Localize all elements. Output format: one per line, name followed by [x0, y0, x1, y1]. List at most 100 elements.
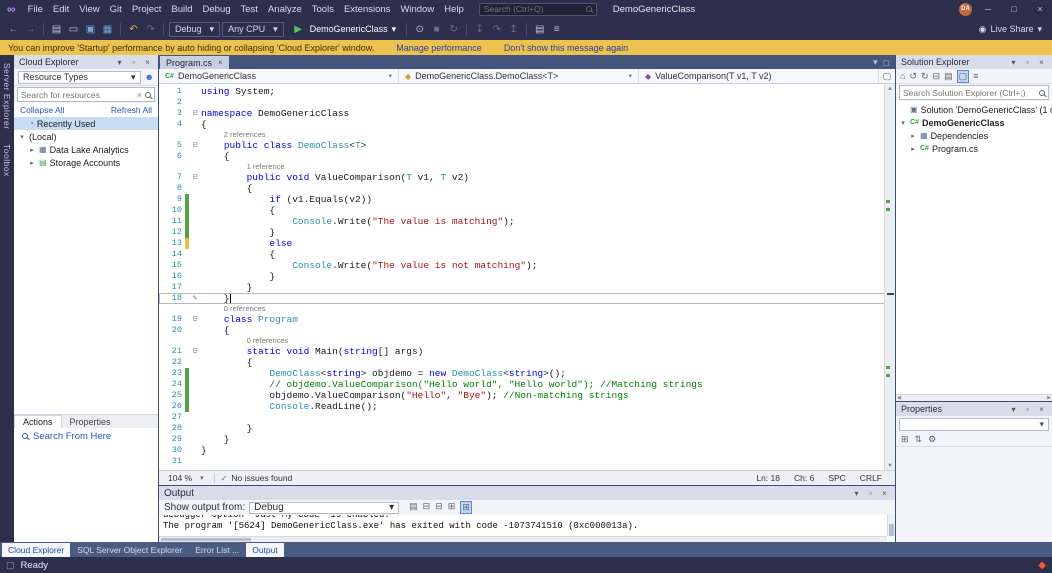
- cloud-tree-item-storage-accounts[interactable]: ▸▤Storage Accounts: [14, 156, 158, 169]
- menu-edit[interactable]: Edit: [48, 3, 74, 16]
- navigate-forward-icon[interactable]: →: [23, 24, 38, 35]
- expand_all-icon[interactable]: ⊞: [448, 501, 456, 514]
- line-number[interactable]: 11: [159, 216, 185, 227]
- codelens-references[interactable]: 2 references: [159, 130, 895, 140]
- resource-types-combo[interactable]: Resource Types▾: [18, 71, 141, 84]
- code-line-14[interactable]: 14 {: [159, 249, 895, 260]
- dock-tab-server-explorer[interactable]: Server Explorer: [2, 63, 12, 130]
- output-text-area[interactable]: debugger option 'Just My Code' is enable…: [159, 515, 895, 542]
- line-number[interactable]: 29: [159, 434, 185, 445]
- code-line-5[interactable]: 5⊟ public class DemoClass<T>: [159, 140, 895, 151]
- start-debugging-button[interactable]: ▶ DemoGenericClass ▾: [286, 24, 402, 35]
- split-editor-icon[interactable]: ▢: [879, 69, 895, 83]
- solution-tree-item-demogenericclass[interactable]: ▾C#DemoGenericClass: [896, 116, 1052, 129]
- solution-configuration-combo[interactable]: Debug▾: [169, 22, 220, 37]
- code-line-20[interactable]: 20 {: [159, 325, 895, 336]
- scroll-down-icon[interactable]: ▼: [885, 462, 895, 469]
- save-icon[interactable]: ▣: [83, 24, 98, 35]
- code-line-28[interactable]: 28 }: [159, 423, 895, 434]
- line-number[interactable]: 21: [159, 346, 185, 357]
- scroll-up-icon[interactable]: ▲: [885, 85, 895, 92]
- line-number[interactable]: 9: [159, 194, 185, 205]
- properties-object-combo[interactable]: ▾: [899, 418, 1049, 431]
- line-number[interactable]: 7: [159, 172, 185, 183]
- code-line-9[interactable]: 9 if (v1.Equals(v2)): [159, 194, 895, 205]
- user-avatar[interactable]: DA: [959, 3, 972, 16]
- solution-hscrollbar[interactable]: ◀▶: [896, 394, 1052, 401]
- code-line-16[interactable]: 16 }: [159, 271, 895, 282]
- code-line-23[interactable]: 23 DemoClass<string> objdemo = new DemoC…: [159, 368, 895, 379]
- fold-collapse-icon[interactable]: ⊟: [189, 140, 201, 151]
- close-panel-icon[interactable]: ×: [1036, 58, 1047, 67]
- menu-test[interactable]: Test: [236, 3, 263, 16]
- minimize-button[interactable]: ─: [978, 4, 998, 14]
- line-number[interactable]: 16: [159, 271, 185, 282]
- line-number[interactable]: 23: [159, 368, 185, 379]
- cloud-tree-item-local[interactable]: ▾(Local): [14, 130, 158, 143]
- code-line-15[interactable]: 15 Console.Write("The value is not match…: [159, 260, 895, 271]
- breadcrumb-project[interactable]: C# DemoGenericClass ▾: [159, 69, 399, 83]
- expander-icon[interactable]: ▸: [28, 159, 36, 167]
- menu-git[interactable]: Git: [105, 3, 127, 16]
- line-number[interactable]: 18: [159, 293, 185, 304]
- bottom-tab-sql-server-object-explorer[interactable]: SQL Server Object Explorer: [71, 543, 188, 557]
- wrap-icon[interactable]: ⊞: [460, 501, 472, 514]
- code-line-4[interactable]: 4{: [159, 119, 895, 130]
- collapse_all-icon[interactable]: ⊟: [435, 501, 443, 514]
- expander-icon[interactable]: ▾: [899, 119, 907, 127]
- line-number[interactable]: 1: [159, 86, 185, 97]
- tab-program-cs[interactable]: Program.cs ×: [160, 56, 229, 69]
- line-number[interactable]: 22: [159, 357, 185, 368]
- dismiss-message-link[interactable]: Don't show this message again: [504, 43, 628, 53]
- line-number[interactable]: 24: [159, 379, 185, 390]
- line-number[interactable]: 5: [159, 140, 185, 151]
- line-number[interactable]: 26: [159, 401, 185, 412]
- code-line-19[interactable]: 19⊟ class Program: [159, 314, 895, 325]
- clear-search-icon[interactable]: ×: [137, 90, 142, 100]
- output-hscrollbar[interactable]: [159, 536, 887, 542]
- quick-search-box[interactable]: [479, 3, 597, 16]
- line-number[interactable]: 3: [159, 108, 185, 119]
- menu-extensions[interactable]: Extensions: [339, 3, 395, 16]
- line-number[interactable]: 30: [159, 445, 185, 456]
- collapse_all-icon[interactable]: ⊟: [933, 71, 941, 82]
- tab-list-icon[interactable]: ▾: [873, 57, 878, 68]
- menu-build[interactable]: Build: [166, 3, 197, 16]
- code-line-6[interactable]: 6 {: [159, 151, 895, 162]
- line-number[interactable]: 12: [159, 227, 185, 238]
- code-line-22[interactable]: 22 {: [159, 357, 895, 368]
- line-number[interactable]: 31: [159, 456, 185, 467]
- bottom-tab-output[interactable]: Output: [246, 543, 284, 557]
- pin-icon[interactable]: ▫: [128, 58, 139, 67]
- save-all-icon[interactable]: ▦: [100, 24, 115, 35]
- code-line-10[interactable]: 10 {: [159, 205, 895, 216]
- refresh-icon[interactable]: ↻: [921, 71, 929, 82]
- files-icon[interactable]: ▤: [409, 501, 418, 514]
- window-menu-icon[interactable]: ▾: [1008, 405, 1019, 414]
- bottom-tab-error-list[interactable]: Error List ...: [189, 543, 245, 557]
- code-line-7[interactable]: 7⊟ public void ValueComparison(T v1, T v…: [159, 172, 895, 183]
- code-line-2[interactable]: 2: [159, 97, 895, 108]
- attach-process-icon[interactable]: ⊙: [412, 24, 427, 35]
- output-vscrollbar[interactable]: [887, 515, 895, 536]
- open-file-icon[interactable]: ▭: [66, 24, 81, 35]
- code-line-30[interactable]: 30}: [159, 445, 895, 456]
- codelens-references[interactable]: 0 references: [159, 304, 895, 314]
- codelens-references[interactable]: 1 reference: [159, 162, 895, 172]
- close-panel-icon[interactable]: ×: [142, 58, 153, 67]
- editor-scrollbar[interactable]: ▲ ▼: [884, 84, 895, 470]
- menu-view[interactable]: View: [74, 3, 104, 16]
- line-number[interactable]: 19: [159, 314, 185, 325]
- clear-icon[interactable]: ⊟: [423, 501, 431, 514]
- solution-search-box[interactable]: [899, 85, 1049, 100]
- menu-analyze[interactable]: Analyze: [263, 3, 307, 16]
- health-indicator[interactable]: ✓ No issues found: [221, 473, 293, 483]
- doc-icon[interactable]: ▢: [957, 70, 970, 83]
- line-number[interactable]: 20: [159, 325, 185, 336]
- cloud-tree-item-recently-used[interactable]: ◔Recently Used: [14, 117, 158, 130]
- expander-icon[interactable]: ▸: [909, 132, 917, 140]
- files-icon[interactable]: ▤: [944, 71, 953, 82]
- code-line-21[interactable]: 21⊟ static void Main(string[] args): [159, 346, 895, 357]
- cloud-tree-item-data-lake-analytics[interactable]: ▸▦Data Lake Analytics: [14, 143, 158, 156]
- breadcrumb-class[interactable]: ◆ DemoGenericClass.DemoClass<T> ▾: [399, 69, 639, 83]
